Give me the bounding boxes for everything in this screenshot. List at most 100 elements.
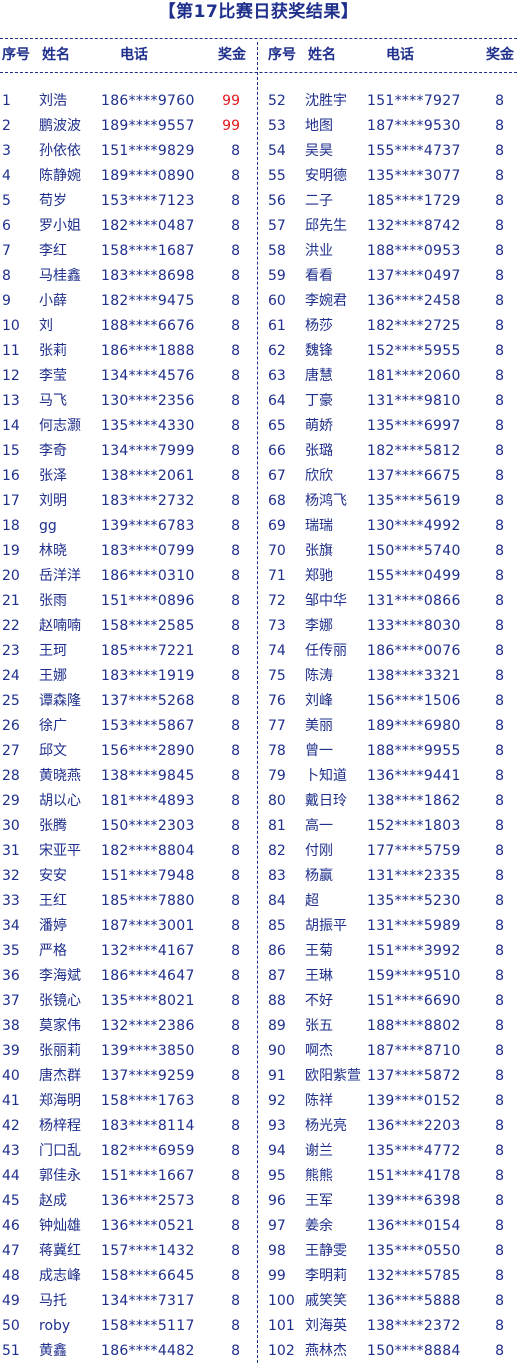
table-row: 63 唐慧 181****2060 8	[268, 364, 504, 389]
row-number: 10	[2, 318, 20, 334]
phone-number: 136****5888	[367, 1293, 461, 1309]
table-row: 64 丁豪 131****9810 8	[268, 389, 504, 414]
table-row: 4 陈静婉 189****0890 8	[2, 164, 240, 189]
winner-name: 唐杰群	[39, 1068, 81, 1084]
winner-name: 戚笑笑	[305, 1293, 347, 1309]
prize-amount: 8	[231, 1343, 240, 1359]
prize-amount: 8	[495, 793, 504, 809]
table-row: 8 马桂鑫 183****8698 8	[2, 264, 240, 289]
prize-amount: 8	[495, 1318, 504, 1334]
phone-number: 177****5759	[367, 843, 461, 859]
table-row: 39 张丽莉 139****3850 8	[2, 1039, 240, 1064]
winner-name: 赵喃喃	[39, 618, 81, 634]
phone-number: 182****2725	[367, 318, 461, 334]
row-number: 6	[2, 218, 11, 234]
table-row: 10 刘 188****6676 8	[2, 314, 240, 339]
winner-name: 丁豪	[305, 393, 333, 409]
prize-amount: 8	[231, 1043, 240, 1059]
phone-number: 158****6645	[101, 1268, 195, 1284]
row-number: 53	[268, 118, 286, 134]
prize-amount: 8	[495, 393, 504, 409]
phone-number: 152****1803	[367, 818, 461, 834]
phone-number: 158****1687	[101, 243, 195, 259]
prize-amount: 8	[231, 168, 240, 184]
table-row: 44 郭佳永 151****1667 8	[2, 1164, 240, 1189]
table-row: 42 杨梓程 183****8114 8	[2, 1114, 240, 1139]
table-row: 49 马托 134****7317 8	[2, 1289, 240, 1314]
row-number: 45	[2, 1193, 20, 1209]
winner-name: 李婉君	[305, 293, 347, 309]
table-row: 3 孙依依 151****9829 8	[2, 139, 240, 164]
table-row: 87 王琳 159****9510 8	[268, 964, 504, 989]
prize-amount: 8	[231, 718, 240, 734]
prize-amount: 8	[495, 1168, 504, 1184]
row-number: 31	[2, 843, 20, 859]
prize-amount: 8	[495, 743, 504, 759]
prize-amount: 8	[495, 268, 504, 284]
table-row: 1 刘浩 186****9760 99	[2, 89, 240, 114]
table-row: 80 戴日玲 138****1862 8	[268, 789, 504, 814]
table-row: 73 李娜 133****8030 8	[268, 614, 504, 639]
winner-name: 曾一	[305, 743, 333, 759]
winner-name: 赵成	[39, 1193, 67, 1209]
row-number: 78	[268, 743, 286, 759]
table-row: 24 王娜 183****1919 8	[2, 664, 240, 689]
phone-number: 153****7123	[101, 193, 195, 209]
row-number: 70	[268, 543, 286, 559]
row-number: 73	[268, 618, 286, 634]
row-number: 74	[268, 643, 286, 659]
phone-number: 151****9829	[101, 143, 195, 159]
row-number: 7	[2, 243, 11, 259]
prize-amount: 8	[495, 993, 504, 1009]
row-number: 72	[268, 593, 286, 609]
row-number: 96	[268, 1193, 286, 1209]
winner-name: 李红	[39, 243, 67, 259]
header-prize: 奖金	[218, 47, 246, 63]
phone-number: 132****4167	[101, 943, 195, 959]
table-row: 79 卜知道 136****9441 8	[268, 764, 504, 789]
winner-name: 马飞	[39, 393, 67, 409]
top-divider	[0, 38, 517, 39]
phone-number: 183****8114	[101, 1118, 195, 1134]
phone-number: 131****5989	[367, 918, 461, 934]
prize-amount: 8	[495, 543, 504, 559]
phone-number: 150****2303	[101, 818, 195, 834]
row-number: 75	[268, 668, 286, 684]
winner-name: 罗小姐	[39, 218, 81, 234]
prize-amount: 8	[231, 768, 240, 784]
table-row: 62 魏锋 152****5955 8	[268, 339, 504, 364]
phone-number: 187****9530	[367, 118, 461, 134]
header-right: 序号 姓名 电话 奖金	[268, 44, 514, 68]
table-row: 98 王静雯 135****0550 8	[268, 1239, 504, 1264]
winner-name: 刘	[39, 318, 53, 334]
row-number: 42	[2, 1118, 20, 1134]
table-row: 56 二子 185****1729 8	[268, 189, 504, 214]
table-row: 51 黄鑫 186****4482 8	[2, 1339, 240, 1364]
prize-amount: 8	[495, 93, 504, 109]
row-number: 89	[268, 1018, 286, 1034]
row-number: 43	[2, 1143, 20, 1159]
winner-name: 刘浩	[39, 93, 67, 109]
winner-name: 成志峰	[39, 1268, 81, 1284]
prize-amount: 8	[231, 543, 240, 559]
prize-amount: 8	[495, 968, 504, 984]
prize-amount: 8	[231, 368, 240, 384]
phone-number: 187****8710	[367, 1043, 461, 1059]
winner-name: 杨赢	[305, 868, 333, 884]
row-number: 13	[2, 393, 20, 409]
phone-number: 189****9557	[101, 118, 195, 134]
table-row: 102 燕林杰 150****8884 8	[268, 1339, 504, 1364]
prize-amount: 8	[495, 143, 504, 159]
row-number: 25	[2, 693, 20, 709]
prize-amount: 8	[495, 368, 504, 384]
phone-number: 188****6676	[101, 318, 195, 334]
winner-name: 谭森隆	[39, 693, 81, 709]
prize-amount: 8	[495, 193, 504, 209]
table-row: 60 李婉君 136****2458 8	[268, 289, 504, 314]
phone-number: 135****6997	[367, 418, 461, 434]
table-row: 41 郑海明 158****1763 8	[2, 1089, 240, 1114]
phone-number: 158****5117	[101, 1318, 195, 1334]
phone-number: 185****7221	[101, 643, 195, 659]
phone-number: 181****2060	[367, 368, 461, 384]
prize-amount: 8	[231, 943, 240, 959]
